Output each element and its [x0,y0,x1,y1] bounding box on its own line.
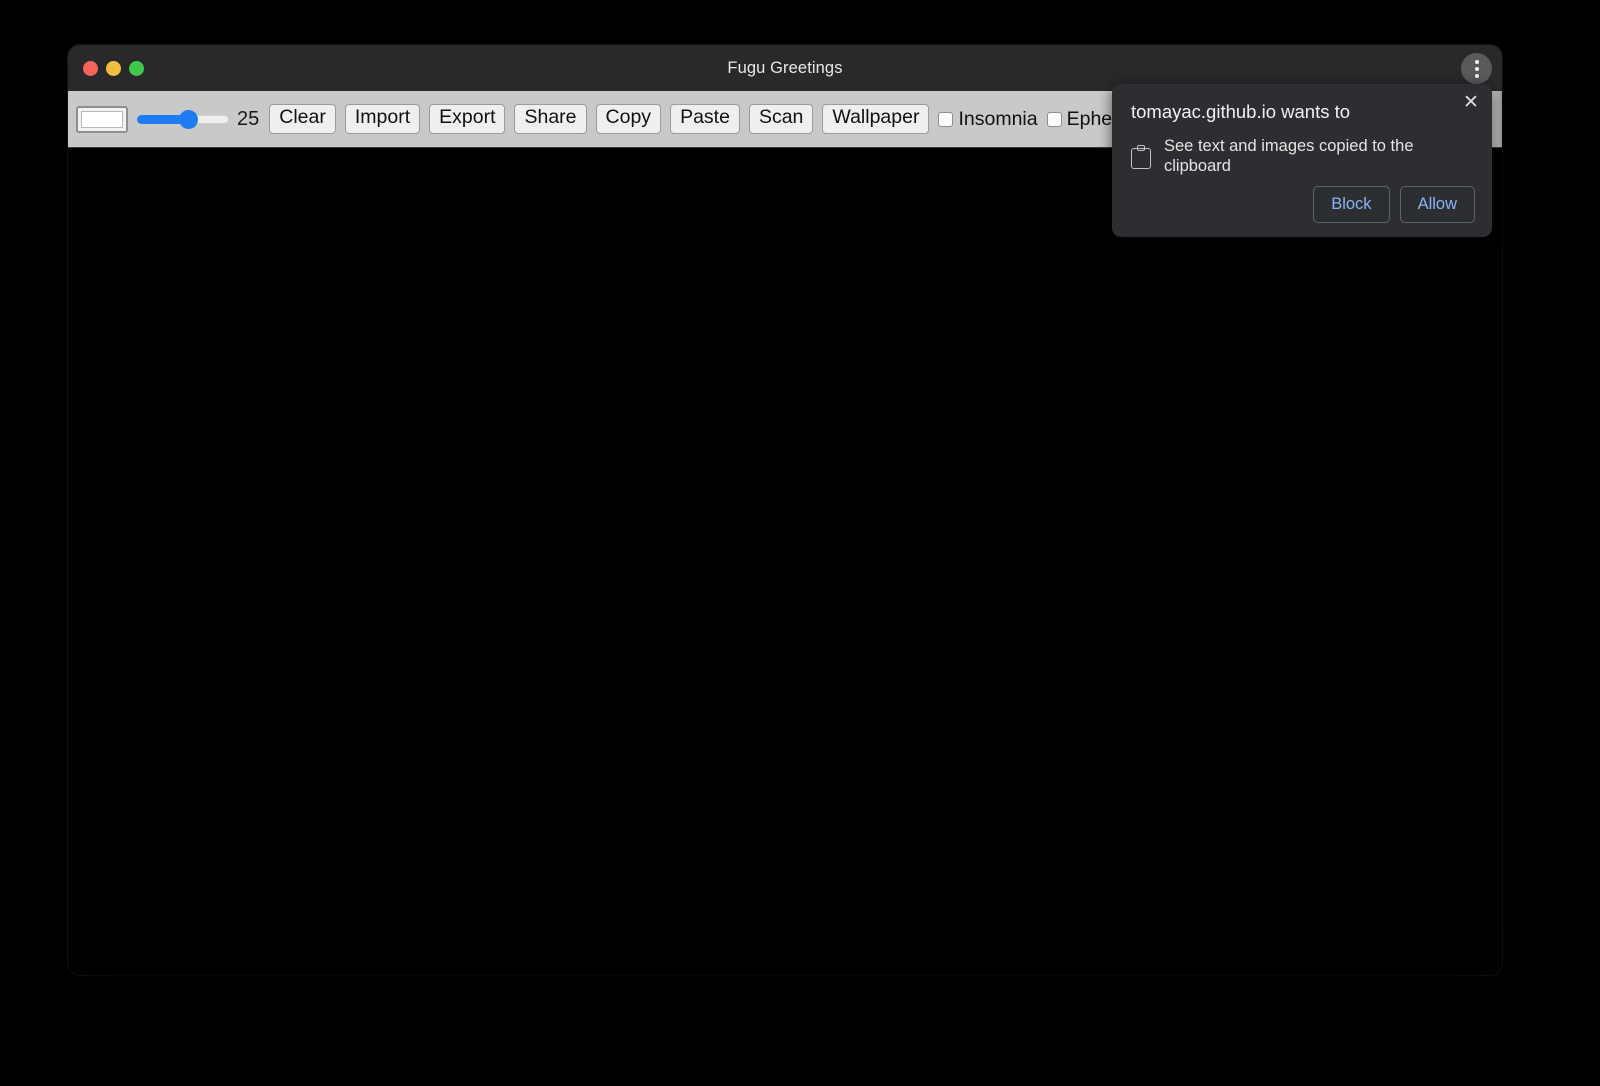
copy-button[interactable]: Copy [596,104,662,134]
insomnia-checkbox-label: Insomnia [958,108,1037,131]
permission-request-row: See text and images copied to the clipbo… [1131,137,1473,177]
clear-button[interactable]: Clear [269,104,336,134]
permission-request-text: See text and images copied to the clipbo… [1164,137,1473,177]
block-button[interactable]: Block [1313,186,1389,223]
ephemeral-checkbox-box[interactable] [1047,112,1062,127]
maximize-window-button[interactable] [129,61,144,76]
three-dots-vertical-icon[interactable] [1461,53,1492,84]
toolbar-overflow-edge [1493,91,1502,147]
slider-thumb[interactable] [179,110,198,129]
slider-value-label: 25 [237,108,259,131]
line-width-slider[interactable] [137,109,229,129]
permission-dialog: ✕ tomayac.github.io wants to See text an… [1112,84,1492,237]
color-input[interactable] [76,106,128,133]
clipboard-icon [1131,145,1151,169]
minimize-window-button[interactable] [106,61,121,76]
window-title: Fugu Greetings [727,59,842,78]
insomnia-checkbox[interactable]: Insomnia [938,108,1037,131]
wallpaper-button[interactable]: Wallpaper [822,104,929,134]
permission-actions: Block Allow [1313,186,1475,223]
dot [1475,67,1479,71]
scan-button[interactable]: Scan [749,104,813,134]
dot [1475,74,1479,78]
window-controls [83,45,144,91]
drawing-canvas[interactable] [68,147,1502,975]
export-button[interactable]: Export [429,104,505,134]
paste-button[interactable]: Paste [670,104,740,134]
screen: Fugu Greetings 25 Clear Import Export Sh… [0,0,1600,1086]
close-window-button[interactable] [83,61,98,76]
dot [1475,60,1479,64]
import-button[interactable]: Import [345,104,420,134]
close-icon[interactable]: ✕ [1460,92,1482,114]
permission-origin-title: tomayac.github.io wants to [1131,101,1473,123]
allow-button[interactable]: Allow [1400,186,1475,223]
share-button[interactable]: Share [514,104,586,134]
clipboard-icon-body [1131,148,1151,169]
insomnia-checkbox-box[interactable] [938,112,953,127]
color-swatch-fill [81,111,123,128]
